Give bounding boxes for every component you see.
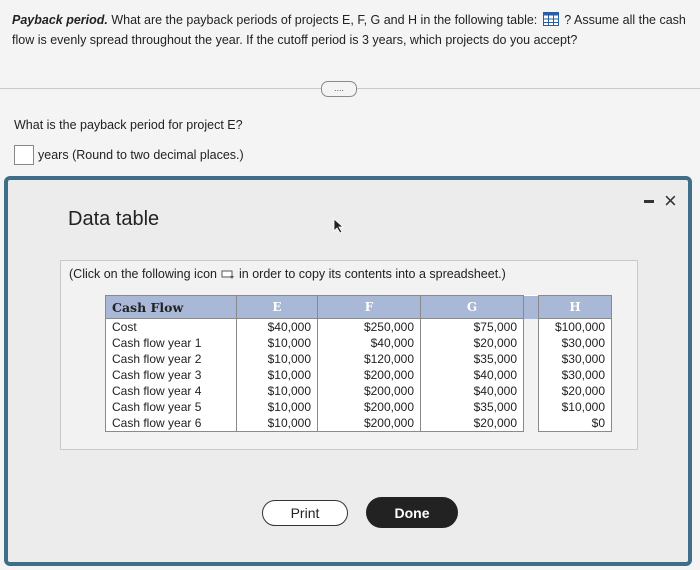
subquestion-text: What is the payback period for project E… <box>14 118 243 132</box>
table-cell: $30,000 <box>538 335 612 351</box>
copy-instruction-before: (Click on the following icon <box>69 267 217 281</box>
table-row: Cash flow year 6 $10,000 $200,000 $20,000 $0 <box>105 415 612 432</box>
row-label: Cash flow year 4 <box>105 383 237 399</box>
row-label: Cost <box>105 318 237 335</box>
answer-unit: years <box>38 148 69 162</box>
answer-row: years (Round to two decimal places.) <box>14 145 244 165</box>
mouse-cursor-icon <box>333 218 345 239</box>
row-label: Cash flow year 3 <box>105 367 237 383</box>
close-icon[interactable]: × <box>664 190 677 212</box>
answer-hint: (Round to two decimal places.) <box>72 148 244 162</box>
table-cell: $250,000 <box>317 318 421 335</box>
table-cell: $120,000 <box>317 351 421 367</box>
table-cell: $40,000 <box>420 383 524 399</box>
header-h: H <box>538 295 612 319</box>
table-cell: $10,000 <box>236 335 318 351</box>
row-label: Cash flow year 5 <box>105 399 237 415</box>
header-g: G <box>420 295 524 319</box>
header-f: F <box>317 295 421 319</box>
table-cell: $40,000 <box>317 335 421 351</box>
data-table-dialog: Data table × (Click on the following ico… <box>4 176 692 566</box>
table-cell: $20,000 <box>420 335 524 351</box>
table-cell: $10,000 <box>236 351 318 367</box>
table-cell: $10,000 <box>236 415 318 432</box>
minimize-icon[interactable] <box>644 200 654 203</box>
table-cell: $40,000 <box>420 367 524 383</box>
table-row: Cash flow year 1 $10,000 $40,000 $20,000 $30… <box>105 335 612 351</box>
table-cell: $20,000 <box>420 415 524 432</box>
table-panel: (Click on the following icon in order to… <box>60 260 638 450</box>
table-cell: $40,000 <box>236 318 318 335</box>
table-cell: $10,000 <box>236 399 318 415</box>
table-cell: $100,000 <box>538 318 612 335</box>
table-cell: $30,000 <box>538 351 612 367</box>
table-row: Cash flow year 5 $10,000 $200,000 $35,000 $1… <box>105 399 612 415</box>
question-text: Payback period. What are the payback per… <box>12 10 692 50</box>
table-cell: $35,000 <box>420 351 524 367</box>
data-table-icon[interactable] <box>542 12 559 26</box>
row-label: Cash flow year 6 <box>105 415 237 432</box>
table-cell: $0 <box>538 415 612 432</box>
dialog-title: Data table <box>68 208 160 230</box>
header-e: E <box>236 295 318 319</box>
table-header-row: Cash Flow E F G H <box>105 295 612 319</box>
question-text-before: What are the payback periods of projects… <box>111 13 538 27</box>
table-cell: $35,000 <box>420 399 524 415</box>
expand-button[interactable]: .... <box>321 81 357 97</box>
table-cell: $30,000 <box>538 367 612 383</box>
table-cell: $200,000 <box>317 399 421 415</box>
table-cell: $200,000 <box>317 415 421 432</box>
row-label: Cash flow year 1 <box>105 335 237 351</box>
table-row: Cash flow year 3 $10,000 $200,000 $40,000 $3… <box>105 367 612 383</box>
done-button[interactable]: Done <box>366 497 458 528</box>
table-cell: $200,000 <box>317 367 421 383</box>
table-cell: $10,000 <box>236 367 318 383</box>
row-label: Cash flow year 2 <box>105 351 237 367</box>
copy-instruction: (Click on the following icon in order to… <box>69 267 506 281</box>
question-label: Payback period. <box>12 13 108 27</box>
copy-to-spreadsheet-icon[interactable] <box>221 269 235 279</box>
table-cell: $75,000 <box>420 318 524 335</box>
copy-instruction-after: in order to copy its contents into a spr… <box>239 267 506 281</box>
answer-input[interactable] <box>14 145 34 165</box>
table-cell: $10,000 <box>538 399 612 415</box>
header-cash-flow: Cash Flow <box>105 295 237 319</box>
table-row: Cost $40,000 $250,000 $75,000 $100,000 <box>105 318 612 335</box>
table-cell: $20,000 <box>538 383 612 399</box>
print-button[interactable]: Print <box>262 500 348 526</box>
cash-flow-table: Cash Flow E F G H Cost $40,000 $250,000 $75… <box>105 295 612 432</box>
table-cell: $200,000 <box>317 383 421 399</box>
table-row: Cash flow year 2 $10,000 $120,000 $35,000 $3… <box>105 351 612 367</box>
table-row: Cash flow year 4 $10,000 $200,000 $40,000 $2… <box>105 383 612 399</box>
table-cell: $10,000 <box>236 383 318 399</box>
